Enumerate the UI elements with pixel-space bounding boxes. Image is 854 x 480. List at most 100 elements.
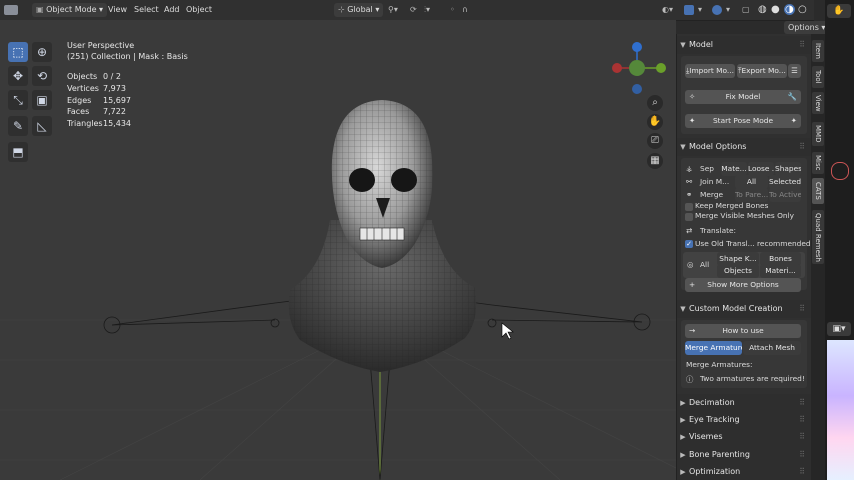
sidebar-tabs: Item Tool View MMD Misc CATS Quad Remesh	[811, 34, 825, 480]
orientation-dropdown[interactable]: ⊹ Global ▾	[334, 3, 384, 17]
optimization-header[interactable]: ▶ Optimization ⠿	[677, 463, 811, 480]
snap-target-icon[interactable]: ⫶▾	[424, 0, 430, 20]
proportional-icon[interactable]: ◦	[450, 0, 455, 20]
tab-quad-remesh[interactable]: Quad Remesh	[812, 210, 824, 264]
tab-view[interactable]: View	[812, 92, 824, 114]
join-icon: ⚯	[686, 177, 693, 186]
drag-handle-icon[interactable]: ⠿	[799, 300, 805, 318]
scene-statistics: Objects 0 / 2 Vertices 7,973 Edges 15,697 F…	[67, 71, 131, 130]
gizmo-toggle-icon[interactable]	[684, 0, 694, 20]
merge-label: Merge	[700, 190, 724, 199]
zoom-icon[interactable]: ⌕	[647, 95, 663, 111]
drag-handle-icon[interactable]: ⠿	[799, 394, 805, 412]
mouse-cursor	[501, 322, 514, 340]
drag-handle-icon[interactable]: ⠿	[799, 411, 805, 429]
start-pose-mode-button[interactable]: ✦ Start Pose Mode ✦	[685, 114, 801, 128]
options-button[interactable]: Options ▾	[784, 21, 830, 34]
pivot-icon[interactable]: ⚲▾	[388, 0, 398, 20]
fix-model-button[interactable]: ✧ Fix Model 🔧	[685, 90, 801, 104]
annotate-tool-icon[interactable]: ✎	[8, 116, 28, 136]
scale-tool-icon[interactable]: ⤡	[8, 90, 28, 110]
attach-mesh-tab[interactable]: Attach Mesh	[743, 341, 801, 355]
gizmo-dropdown-icon[interactable]: ▾	[698, 0, 702, 20]
drag-handle-icon[interactable]: ⠿	[799, 446, 805, 464]
eye-tracking-header[interactable]: ▶ Eye Tracking ⠿	[677, 411, 811, 429]
editor-type-icon[interactable]	[4, 0, 18, 20]
object-mode-icon: ▣	[36, 5, 47, 14]
mode-dropdown[interactable]: ▣ Object Mode ▾	[32, 3, 108, 17]
join-all-button[interactable]: All	[735, 175, 768, 189]
merge-armatures-tab[interactable]: Merge Armatures	[685, 341, 742, 355]
translate-label: Translate:	[700, 226, 737, 235]
info-icon: ⓘ	[686, 375, 694, 384]
rotate-tool-icon[interactable]: ⟲	[32, 66, 52, 86]
pose-icon-right: ✦	[790, 116, 797, 125]
cursor-tool-icon[interactable]: ⊕	[32, 42, 52, 62]
xray-icon[interactable]: ▢	[742, 0, 750, 20]
sep-materials-button[interactable]: Mate...	[721, 162, 747, 176]
falloff-icon[interactable]: ∩	[462, 0, 468, 20]
tab-mmd[interactable]: MMD	[812, 122, 824, 146]
translate-all-icon[interactable]: ◎	[687, 260, 693, 269]
how-to-use-button[interactable]: → How to use	[685, 324, 801, 338]
tab-cats[interactable]: CATS	[812, 178, 824, 204]
custom-model-creation-header[interactable]: ▼ Custom Model Creation ⠿	[677, 300, 811, 318]
model-options-header[interactable]: ▼ Model Options ⠿	[677, 138, 811, 156]
menu-view[interactable]: View	[108, 0, 127, 20]
merge-visible-checkbox[interactable]	[685, 213, 693, 221]
sep-loose-button[interactable]: Loose ...	[748, 162, 774, 176]
drag-handle-icon[interactable]: ⠿	[799, 36, 805, 54]
add-cube-tool-icon[interactable]: ⬒	[8, 142, 28, 162]
select-box-tool-icon[interactable]: ⬚	[8, 42, 28, 62]
perspective-toggle-icon[interactable]: ▦	[647, 153, 663, 169]
material-shading-icon[interactable]: ◑	[784, 0, 795, 20]
editor-type-icon-right[interactable]: ▣▾	[827, 322, 851, 336]
wireframe-shading-icon[interactable]: ◍	[758, 0, 767, 20]
sep-shapes-button[interactable]: Shapes	[775, 162, 801, 176]
snap-icon[interactable]: ⟳	[410, 0, 417, 20]
drag-handle-icon[interactable]: ⠿	[799, 138, 805, 156]
menu-icon[interactable]: ☰	[788, 64, 801, 78]
merge-to-active-button[interactable]: To Active	[769, 188, 801, 202]
drag-handle-icon[interactable]: ⠿	[799, 428, 805, 446]
use-old-translate-checkbox[interactable]: ✓	[685, 240, 693, 248]
translate-materials-button[interactable]: Materi...	[760, 264, 801, 278]
hand-icon[interactable]: ✋	[827, 4, 851, 18]
transform-tool-icon[interactable]: ▣	[32, 90, 52, 110]
tab-misc[interactable]: Misc	[812, 152, 824, 174]
overlay-toggle-icon[interactable]	[712, 0, 722, 20]
viewport-info: User Perspective (251) Collection | Mask…	[67, 40, 188, 62]
target-icon[interactable]	[831, 162, 849, 180]
3d-viewport[interactable]: ⬚ ⊕ ✥ ⟲ ⤡ ▣ ✎ ◺ ⬒ User Perspective (251)…	[0, 20, 676, 480]
overlay-dropdown-icon[interactable]: ▾	[726, 0, 730, 20]
export-model-button[interactable]: ⤒Export Mo...	[737, 64, 787, 78]
join-selected-button[interactable]: Selected	[769, 175, 801, 189]
translate-objects-button[interactable]: Objects	[717, 264, 759, 278]
menu-select[interactable]: Select	[134, 0, 159, 20]
merge-to-parent-button[interactable]: To Pare...	[735, 188, 768, 202]
drag-handle-icon[interactable]: ⠿	[799, 463, 805, 480]
keep-merged-bones-checkbox[interactable]	[685, 203, 693, 211]
menu-add[interactable]: Add	[164, 0, 180, 20]
pan-hand-icon[interactable]: ✋	[647, 114, 663, 130]
model-panel-header[interactable]: ▼ Model ⠿	[677, 36, 811, 54]
separate-icon: ⚶	[686, 164, 693, 173]
tab-item[interactable]: Item	[812, 40, 824, 62]
show-more-options-button[interactable]: + Show More Options	[685, 278, 801, 292]
import-model-button[interactable]: ⤓Import Mo...	[685, 64, 735, 78]
view-name: User Perspective	[67, 41, 135, 50]
bone-parenting-header[interactable]: ▶ Bone Parenting ⠿	[677, 446, 811, 464]
visibility-icon[interactable]: ◐▾	[662, 0, 673, 20]
navigation-gizmo[interactable]	[612, 42, 666, 94]
viewport-header: ▣ Object Mode ▾ View Select Add Object ⊹…	[0, 0, 814, 21]
decimation-header[interactable]: ▶ Decimation ⠿	[677, 394, 811, 412]
visemes-header[interactable]: ▶ Visemes ⠿	[677, 428, 811, 446]
menu-object[interactable]: Object	[186, 0, 212, 20]
rendered-shading-icon[interactable]: ○	[798, 0, 807, 20]
move-tool-icon[interactable]: ✥	[8, 66, 28, 86]
camera-view-icon[interactable]: ⎚	[647, 133, 663, 149]
tab-tool[interactable]: Tool	[812, 66, 824, 88]
translate-all-label[interactable]: All	[700, 260, 709, 269]
solid-shading-icon[interactable]: ●	[771, 0, 780, 20]
measure-tool-icon[interactable]: ◺	[32, 116, 52, 136]
